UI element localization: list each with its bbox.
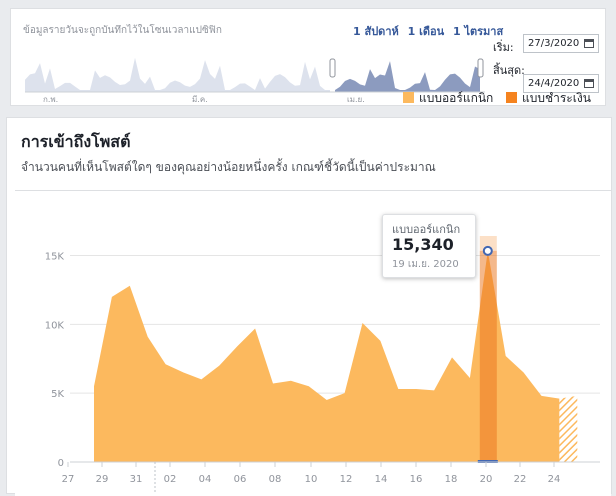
legend-label-paid: แบบชำระเงิน bbox=[522, 91, 591, 105]
range-overview-chart[interactable] bbox=[25, 41, 485, 93]
page-title: การเข้าถึงโพสต์ bbox=[21, 132, 131, 151]
legend-item-paid[interactable]: แบบชำระเงิน bbox=[506, 89, 591, 108]
range-link-month[interactable]: 1 เดือน bbox=[408, 25, 445, 38]
calendar-icon[interactable] bbox=[584, 79, 594, 88]
overview-area-selected bbox=[335, 61, 480, 92]
timezone-caption: ข้อมูลรายวันจะถูกบันทึกไว้ในโซนเวลาแปซิฟ… bbox=[23, 25, 222, 36]
chart-container bbox=[15, 190, 611, 496]
post-reach-panel: การเข้าถึงโพสต์ จำนวนคนที่เห็นโพสต์ใดๆ ข… bbox=[6, 117, 612, 496]
legend-swatch-paid bbox=[506, 92, 517, 103]
chart-tooltip: แบบออร์แกนิก 15,340 19 เม.ย. 2020 bbox=[382, 214, 476, 278]
range-link-week[interactable]: 1 สัปดาห์ bbox=[353, 25, 399, 38]
overview-label-apr: เม.ย. bbox=[347, 95, 365, 104]
tooltip-value: 15,340 bbox=[392, 235, 454, 254]
start-date-row: เริ่ม: 27/3/2020 bbox=[493, 34, 605, 54]
calendar-icon[interactable] bbox=[584, 39, 594, 48]
overview-label-feb: ก.พ. bbox=[43, 95, 59, 104]
start-date-value: 27/3/2020 bbox=[528, 38, 580, 49]
overview-area-inactive bbox=[25, 57, 330, 92]
tooltip-date: 19 เม.ย. 2020 bbox=[392, 259, 459, 270]
start-date-input[interactable]: 27/3/2020 bbox=[523, 34, 599, 53]
end-date-value: 24/4/2020 bbox=[528, 78, 580, 89]
end-date-label: สิ้นสุด: bbox=[493, 64, 525, 77]
legend-label-organic: แบบออร์แกนิก bbox=[419, 91, 494, 105]
overview-label-mar: มี.ค. bbox=[192, 95, 208, 104]
legend-item-organic[interactable]: แบบออร์แกนิก bbox=[403, 89, 493, 108]
legend-swatch-organic bbox=[403, 92, 414, 103]
range-handle-start[interactable] bbox=[329, 58, 336, 78]
start-date-label: เริ่ม: bbox=[493, 41, 514, 54]
page-subtitle: จำนวนคนที่เห็นโพสต์ใดๆ ของคุณอย่างน้อยหน… bbox=[21, 160, 436, 174]
range-handle-end[interactable] bbox=[477, 58, 484, 78]
range-links: 1 สัปดาห์ 1 เดือน 1 ไตรมาส bbox=[353, 22, 508, 40]
